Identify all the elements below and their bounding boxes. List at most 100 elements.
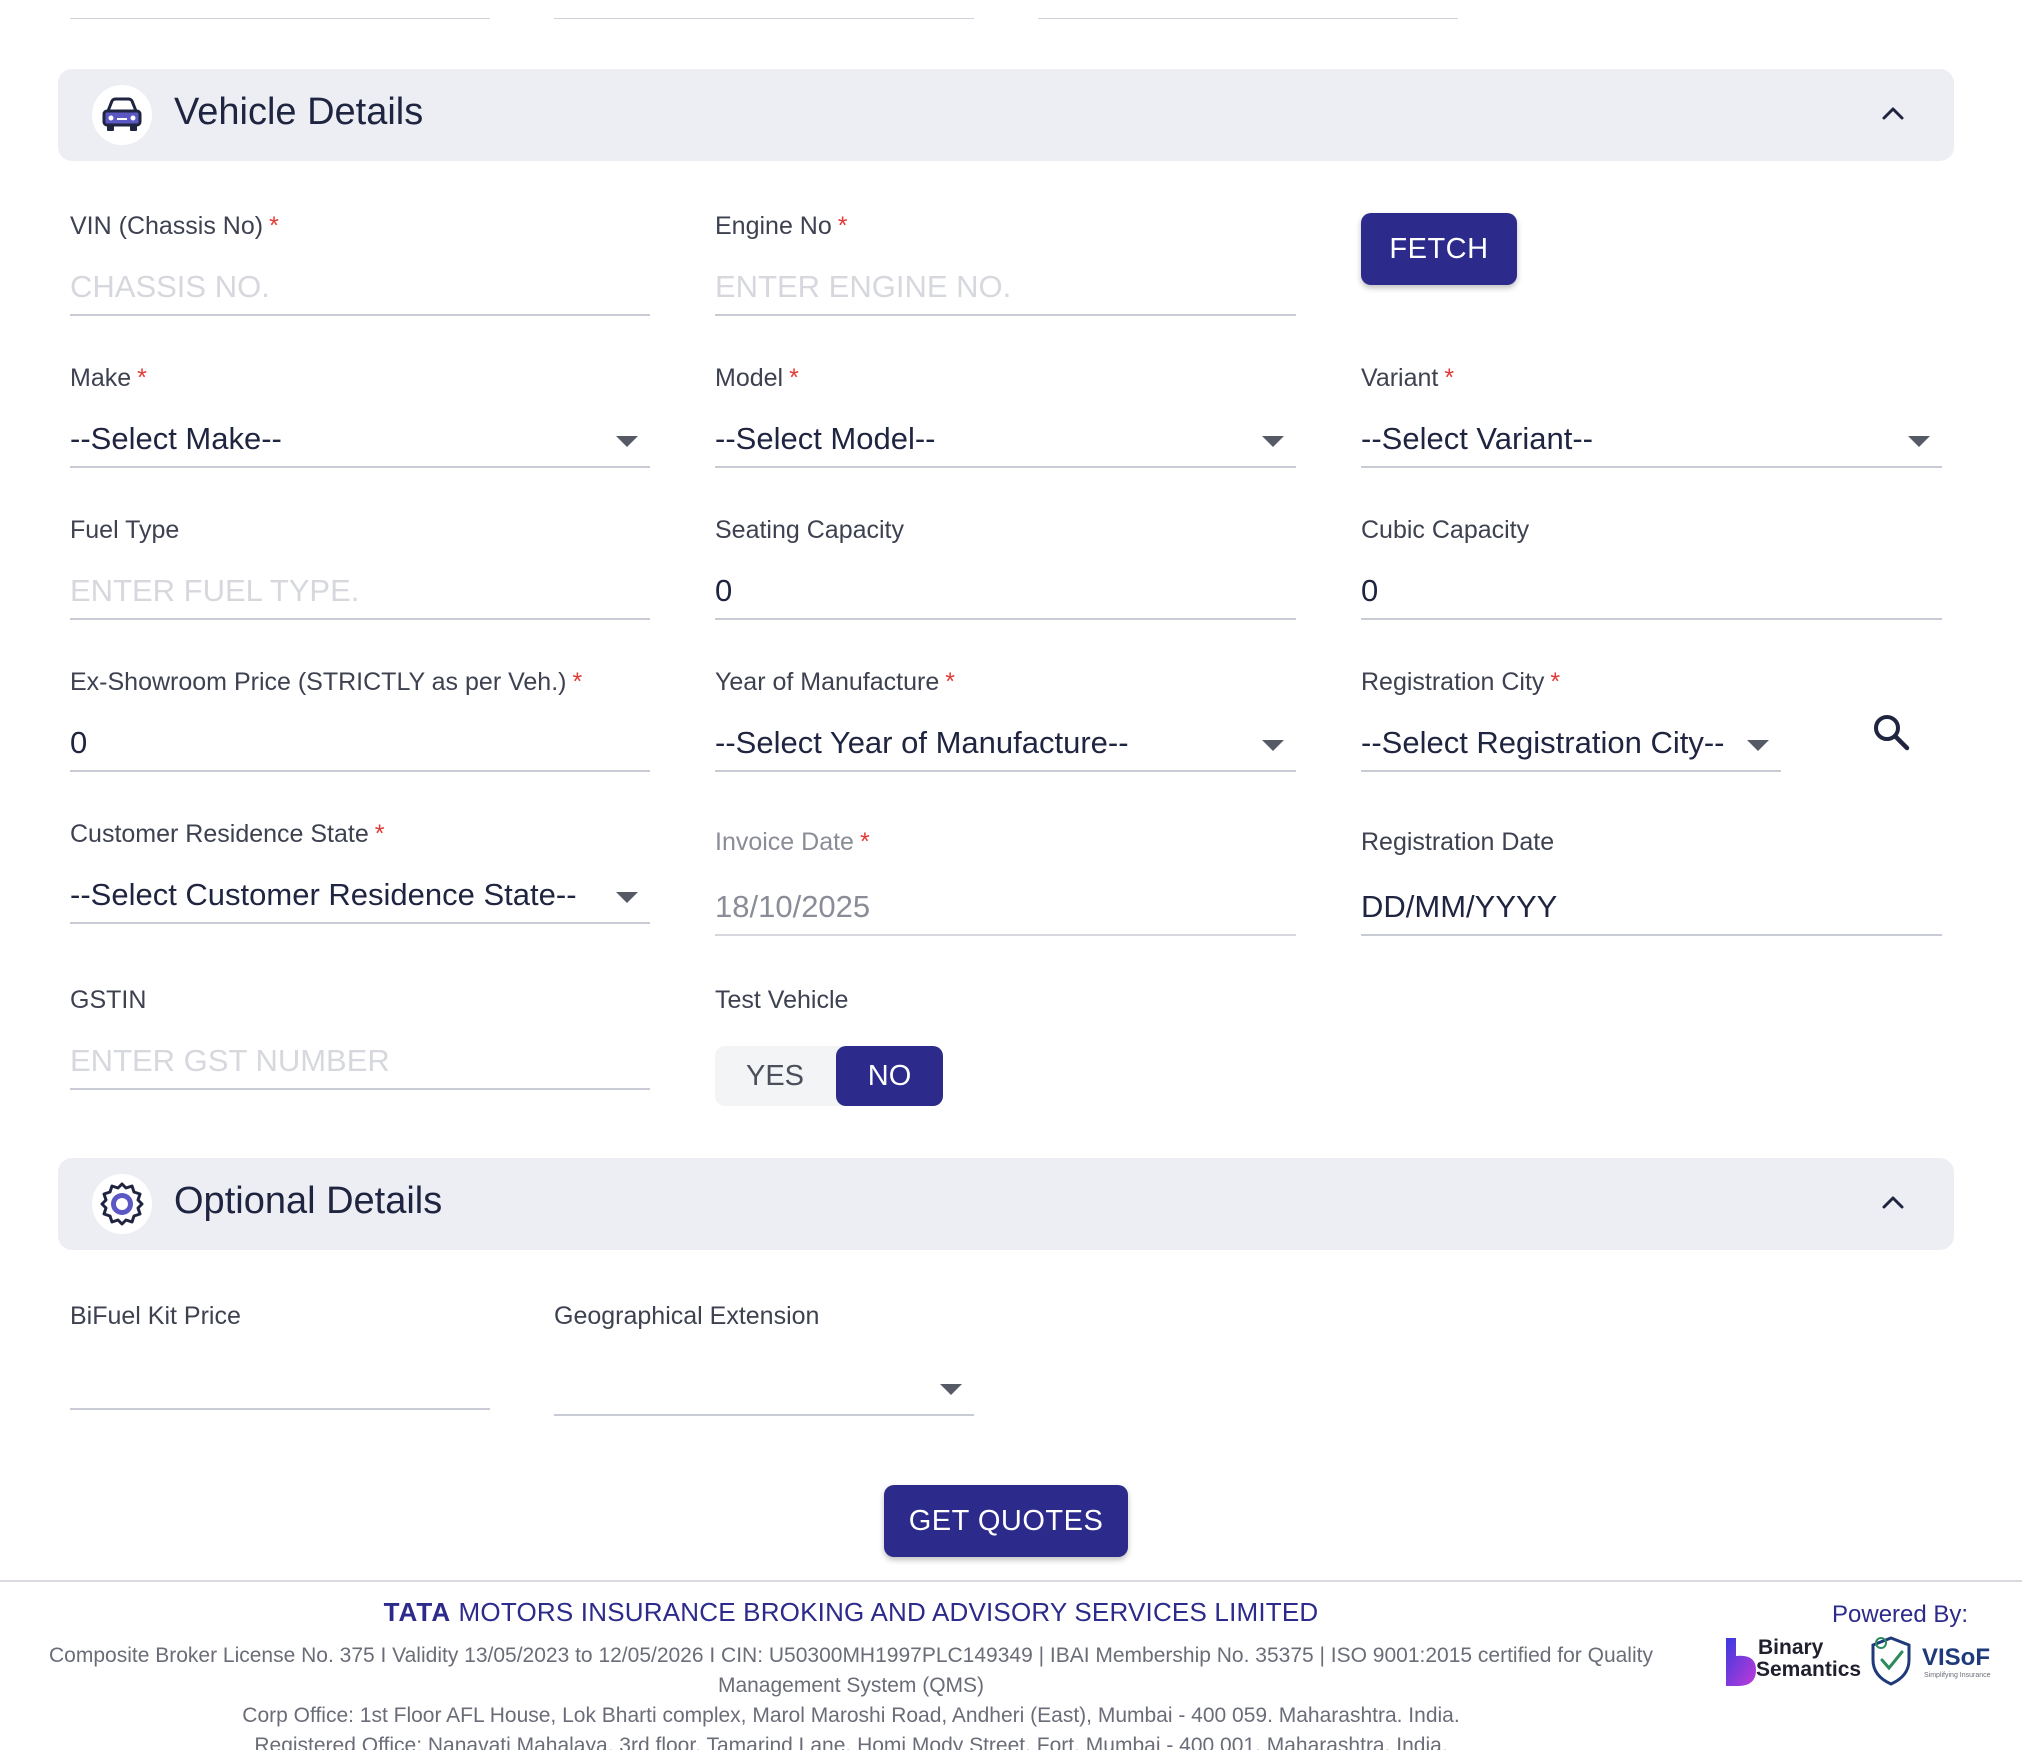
registration-date-input[interactable]: DD/MM/YYYY: [1361, 880, 1942, 936]
year-select-value: --Select Year of Manufacture--: [715, 725, 1129, 760]
ex-showroom-price-field: Ex-Showroom Price (STRICTLY as per Veh.)…: [70, 668, 650, 772]
state-select-value: --Select Customer Residence State--: [70, 877, 577, 912]
bifuel-kit-price-field: BiFuel Kit Price: [70, 1302, 490, 1410]
chevron-up-icon[interactable]: [1878, 1188, 1908, 1218]
search-icon[interactable]: [1872, 713, 1912, 753]
caret-down-icon: [616, 892, 638, 903]
caret-down-icon: [616, 436, 638, 447]
required-mark: *: [1550, 668, 1561, 696]
customer-residence-state-select[interactable]: --Select Customer Residence State--: [70, 868, 650, 924]
visof-logo: VISoF Simplifying Insurance: [1868, 1634, 1994, 1690]
required-mark: *: [572, 668, 583, 696]
make-field: Make * --Select Make--: [70, 364, 650, 468]
model-label: Model: [715, 364, 784, 392]
footer-corp-office: Corp Office: 1st Floor AFL House, Lok Bh…: [242, 1704, 1460, 1727]
footer-license-text: Composite Broker License No. 375 I Valid…: [49, 1644, 1653, 1697]
customer-residence-state-field: Customer Residence State * --Select Custo…: [70, 820, 650, 924]
engine-field: Engine No *: [715, 212, 1296, 316]
registration-date-field: Registration Date DD/MM/YYYY: [1361, 828, 1942, 936]
test-vehicle-yes-option[interactable]: YES: [715, 1046, 835, 1106]
geographical-extension-label: Geographical Extension: [554, 1302, 820, 1330]
caret-down-icon: [1747, 740, 1769, 751]
city-select-value: --Select Registration City--: [1361, 725, 1725, 760]
required-mark: *: [137, 364, 147, 392]
vehicle-details-title: Vehicle Details: [174, 91, 424, 133]
company-name-text: MOTORS INSURANCE BROKING AND ADVISORY SE…: [458, 1597, 1319, 1627]
seating-capacity-label: Seating Capacity: [715, 516, 905, 544]
variant-field: Variant * --Select Variant--: [1361, 364, 1942, 468]
vin-input[interactable]: [70, 269, 650, 305]
required-mark: *: [1444, 364, 1455, 392]
model-select[interactable]: --Select Model--: [715, 412, 1296, 468]
ex-showroom-price-label: Ex-Showroom Price (STRICTLY as per Veh.): [70, 668, 567, 696]
caret-down-icon: [1262, 436, 1284, 447]
required-mark: *: [269, 212, 279, 240]
engine-input[interactable]: [715, 269, 1296, 305]
previous-field-underline-3: [1038, 18, 1458, 19]
year-of-manufacture-label: Year of Manufacture: [715, 668, 940, 696]
required-mark: *: [945, 668, 955, 696]
binary-semantics-logo: Binary Semantics: [1722, 1634, 1862, 1690]
required-mark: *: [837, 212, 848, 240]
gstin-label: GSTIN: [70, 986, 147, 1014]
required-mark: *: [374, 820, 385, 848]
footer-company-name: TATA MOTORS INSURANCE BROKING AND ADVISO…: [0, 1597, 1702, 1628]
fuel-type-label: Fuel Type: [70, 516, 180, 544]
registration-city-label: Registration City: [1361, 668, 1545, 696]
seating-capacity-field: Seating Capacity 0: [715, 516, 1296, 620]
test-vehicle-label: Test Vehicle: [715, 986, 849, 1014]
required-mark: *: [789, 364, 799, 392]
visof-tagline: Simplifying Insurance: [1924, 1672, 1991, 1679]
visof-logo-text: VISoF: [1922, 1644, 1991, 1671]
caret-down-icon: [1262, 740, 1284, 751]
vin-label: VIN (Chassis No): [70, 212, 264, 240]
optional-details-header[interactable]: Optional Details: [58, 1158, 1954, 1250]
get-quotes-button[interactable]: GET QUOTES: [884, 1485, 1128, 1557]
year-of-manufacture-select[interactable]: --Select Year of Manufacture--: [715, 716, 1296, 772]
registration-date-label: Registration Date: [1361, 828, 1555, 856]
invoice-date-label: Invoice Date: [715, 828, 854, 856]
required-mark: *: [859, 828, 870, 856]
make-select-value: --Select Make--: [70, 421, 282, 456]
cubic-capacity-field: Cubic Capacity 0: [1361, 516, 1942, 620]
make-select[interactable]: --Select Make--: [70, 412, 650, 468]
caret-down-icon: [1908, 436, 1930, 447]
fuel-type-input[interactable]: [70, 573, 650, 609]
binary-logo-line2: Semantics: [1756, 1658, 1862, 1681]
registration-city-field: Registration City * --Select Registration…: [1361, 668, 1781, 772]
geographical-extension-field: Geographical Extension: [554, 1302, 974, 1416]
bifuel-kit-price-label: BiFuel Kit Price: [70, 1302, 241, 1330]
fuel-type-field: Fuel Type: [70, 516, 650, 620]
binary-logo-line1: Binary: [1758, 1636, 1824, 1659]
registration-city-select[interactable]: --Select Registration City--: [1361, 716, 1781, 772]
gstin-field: GSTIN: [70, 986, 650, 1090]
model-select-value: --Select Model--: [715, 421, 936, 456]
chevron-up-icon[interactable]: [1878, 99, 1908, 129]
footer-registered-office: Registered Office: Nanavati Mahalaya, 3r…: [254, 1734, 1448, 1750]
invoice-date-field: Invoice Date * 18/10/2025: [715, 828, 1296, 936]
optional-details-title: Optional Details: [174, 1180, 443, 1222]
make-label: Make: [70, 364, 132, 392]
customer-residence-state-label: Customer Residence State: [70, 820, 369, 848]
vin-field: VIN (Chassis No) *: [70, 212, 650, 316]
cubic-capacity-label: Cubic Capacity: [1361, 516, 1530, 544]
variant-select-value: --Select Variant--: [1361, 421, 1593, 456]
tata-brand: TATA: [383, 1597, 452, 1627]
car-icon: [92, 85, 152, 145]
test-vehicle-no-option[interactable]: NO: [836, 1046, 943, 1106]
invoice-date-input: 18/10/2025: [715, 880, 1296, 936]
bifuel-kit-price-input[interactable]: [70, 1354, 490, 1410]
fetch-button[interactable]: FETCH: [1361, 213, 1517, 285]
gstin-input[interactable]: [70, 1043, 650, 1079]
previous-field-underline-1: [70, 18, 490, 19]
model-field: Model * --Select Model--: [715, 364, 1296, 468]
vehicle-details-header[interactable]: Vehicle Details: [58, 69, 1954, 161]
powered-by-label: Powered By:: [1832, 1601, 1969, 1628]
variant-select[interactable]: --Select Variant--: [1361, 412, 1942, 468]
year-of-manufacture-field: Year of Manufacture * --Select Year of Ma…: [715, 668, 1296, 772]
ex-showroom-price-input[interactable]: 0: [70, 716, 650, 772]
footer-divider: [0, 1580, 2022, 1582]
cubic-capacity-input[interactable]: 0: [1361, 564, 1942, 620]
geographical-extension-select[interactable]: [554, 1360, 974, 1416]
seating-capacity-input[interactable]: 0: [715, 564, 1296, 620]
